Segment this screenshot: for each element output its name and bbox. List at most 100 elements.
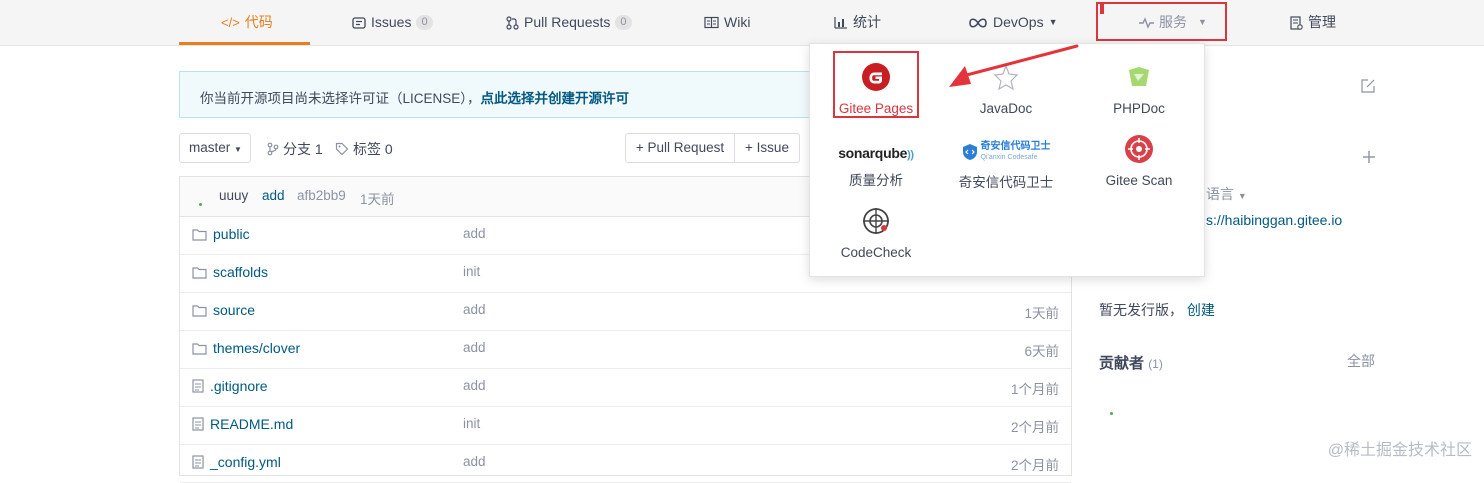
new-issue-button[interactable]: + Issue [734,133,800,163]
file-time: 1天前 [1024,306,1059,321]
branches-link[interactable]: 分支 1 [267,139,323,159]
folder-icon [192,342,207,355]
file-name[interactable]: .gitignore [210,378,268,394]
file-commit-message[interactable]: add [463,226,486,241]
pr-count-badge: 0 [615,15,632,30]
file-icon [192,379,204,393]
chevron-down-icon: ▼ [234,145,242,154]
file-name[interactable]: _config.yml [210,454,281,470]
file-name[interactable]: README.md [210,416,293,432]
gitee-pages-highlight-box [833,51,919,118]
service-label: PHPDoc [1113,101,1165,116]
tab-code[interactable]: </> 代码 [221,0,273,45]
release-empty-text: 暂无发行版， [1099,302,1183,318]
commit-message[interactable]: add [262,188,285,203]
file-commit-message[interactable]: add [463,340,486,355]
file-commit-message[interactable]: add [463,302,486,317]
tag-icon [335,142,349,156]
settings-doc-icon [1290,15,1303,30]
watermark: @稀土掘金技术社区 [1327,442,1472,459]
language-select[interactable]: 语言 ▼ [1206,184,1247,204]
plus-icon[interactable] [1362,150,1376,164]
file-icon [192,455,204,469]
service-codecheck[interactable]: CodeCheck [816,206,936,260]
create-release-link[interactable]: 创建 [1187,302,1215,318]
file-name[interactable]: public [213,226,250,242]
code-icon: </> [221,15,240,30]
qianxin-logo: 奇安信代码卫士 Qi'anxin Codesafe [946,138,1066,166]
highlight-mark [1100,2,1104,14]
issues-icon [352,16,366,29]
infinity-icon [969,17,987,28]
file-time: 2个月前 [1010,458,1059,473]
file-name[interactable]: source [213,302,255,318]
commit-time: 1天前 [360,192,395,207]
tags-link[interactable]: 标签 0 [335,139,393,159]
service-gitee-scan[interactable]: Gitee Scan [1079,134,1199,188]
folder-icon [192,304,207,317]
service-label: JavaDoc [979,101,1033,116]
file-name[interactable]: themes/clover [213,340,300,356]
tab-wiki[interactable]: Wiki [704,0,750,45]
table-row[interactable]: .gitignore add 1个月前 [180,368,1071,407]
commit-author[interactable]: uuuy [219,188,248,203]
tab-manage[interactable]: 管理 [1290,0,1336,45]
tab-issues[interactable]: Issues 0 [352,0,433,45]
branch-select-label: master [189,140,231,155]
service-phpdoc[interactable]: PHPDoc [1079,64,1199,116]
edit-icon[interactable] [1360,78,1376,94]
file-commit-message[interactable]: add [463,378,486,393]
file-time: 6天前 [1024,344,1059,359]
contributors-title: 贡献者 [1099,355,1145,372]
service-label: 奇安信代码卫士 [958,175,1054,190]
create-license-link[interactable]: 点此选择并创建开源许可 [481,91,630,106]
table-row[interactable]: README.md init 2个月前 [180,406,1071,445]
service-sonarqube[interactable]: sonarqube)) 质量分析 [816,140,936,189]
avatar [1110,412,1113,415]
file-time: 1个月前 [1010,382,1059,397]
table-row[interactable]: _config.yml add 2个月前 [180,444,1071,483]
folder-icon [192,266,207,279]
service-label: CodeCheck [840,245,912,260]
tab-pull-requests[interactable]: Pull Requests 0 [506,0,632,45]
service-qianxin[interactable]: 奇安信代码卫士 Qi'anxin Codesafe 奇安信代码卫士 [946,138,1066,191]
tab-devops[interactable]: DevOps ▼ [968,0,1058,45]
active-tab-indicator [179,42,310,45]
contributors-count: (1) [1148,357,1163,371]
file-commit-message[interactable]: add [463,454,486,469]
new-pull-request-button[interactable]: + Pull Request [625,133,735,163]
table-row[interactable]: themes/clover add 6天前 [180,330,1071,369]
file-name[interactable]: scaffolds [213,264,268,280]
tags-label: 标签 0 [353,141,393,157]
issues-count-badge: 0 [416,15,433,30]
crosshair-icon [863,208,889,234]
phpdoc-icon [1129,67,1149,86]
table-row[interactable]: source add 1天前 [180,292,1071,331]
tab-manage-label: 管理 [1308,14,1336,30]
book-icon [704,16,719,29]
tab-stats[interactable]: 统计 [834,0,881,45]
release-status: 暂无发行版， 创建 [1099,300,1215,320]
branch-icon [267,142,279,156]
annotation-arrow-icon [949,44,1079,87]
service-label: 质量分析 [849,173,903,188]
commit-hash[interactable]: afb2bb9 [297,188,346,203]
tab-code-label: 代码 [244,14,273,30]
shield-code-icon [962,144,977,160]
folder-icon [192,228,207,241]
tab-pull-requests-label: Pull Requests [524,14,611,30]
pages-url-link[interactable]: s://haibinggan.gitee.io [1206,212,1342,228]
bar-chart-icon [834,17,847,29]
contributors-heading: 贡献者 (1) [1099,352,1163,373]
file-commit-message[interactable]: init [463,416,480,431]
branch-select[interactable]: master ▼ [179,133,251,163]
contributors-all-link[interactable]: 全部 [1347,351,1375,371]
license-notice: 你当前开源项目尚未选择许可证（LICENSE）， [200,91,481,106]
chevron-down-icon: ▼ [1237,191,1247,201]
service-label: Gitee Scan [1105,173,1173,188]
file-time: 2个月前 [1010,420,1059,435]
tab-stats-label: 统计 [853,14,881,30]
file-commit-message[interactable]: init [463,264,480,279]
language-label: 语言 [1206,186,1234,202]
sonarqube-logo: sonarqube)) [838,145,914,161]
